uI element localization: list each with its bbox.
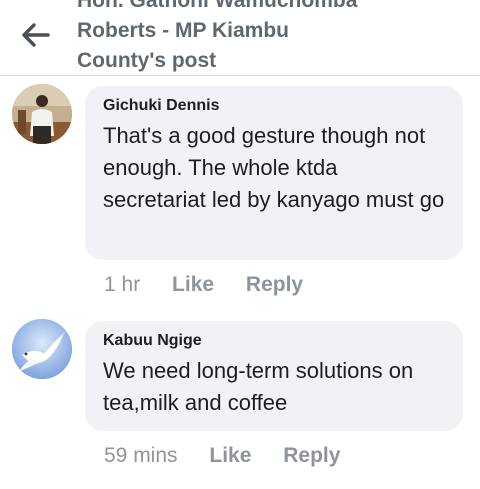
dove-icon	[12, 319, 72, 379]
comment-author[interactable]: Kabuu Ngige	[103, 331, 445, 351]
avatar[interactable]	[12, 319, 72, 379]
comment-bubble: Kabuu Ngige We need long-term solutions …	[85, 321, 463, 431]
comment-time: 1 hr	[104, 273, 141, 296]
reply-button[interactable]: Reply	[283, 441, 340, 471]
reply-button[interactable]: Reply	[246, 270, 303, 300]
comment-bubble: Gichuki Dennis That's a good gesture tho…	[85, 86, 463, 260]
post-title-line: County's post	[77, 49, 217, 72]
post-title-line: Roberts - MP Kiambu	[77, 19, 289, 42]
arrow-left-icon[interactable]	[20, 22, 50, 48]
comment-text: That's a good gesture though not enough.…	[103, 123, 445, 212]
like-button[interactable]: Like	[209, 441, 251, 471]
post-title-line: Hon. Gathoni Wamuchomba	[77, 0, 358, 12]
avatar[interactable]	[12, 84, 72, 144]
comment-author[interactable]: Gichuki Dennis	[103, 96, 445, 116]
person-photo-icon	[12, 84, 72, 144]
comment-actions: 59 mins Like Reply	[104, 441, 366, 471]
like-button[interactable]: Like	[172, 270, 214, 300]
post-header: Hon. Gathoni Wamuchomba Roberts - MP Kia…	[0, 0, 480, 76]
comment-actions: 1 hr Like Reply	[104, 270, 329, 300]
comment-text: We need long-term solutions on tea,milk …	[103, 358, 414, 415]
comment-time: 59 mins	[104, 444, 178, 467]
post-title: Hon. Gathoni Wamuchomba Roberts - MP Kia…	[77, 0, 457, 75]
